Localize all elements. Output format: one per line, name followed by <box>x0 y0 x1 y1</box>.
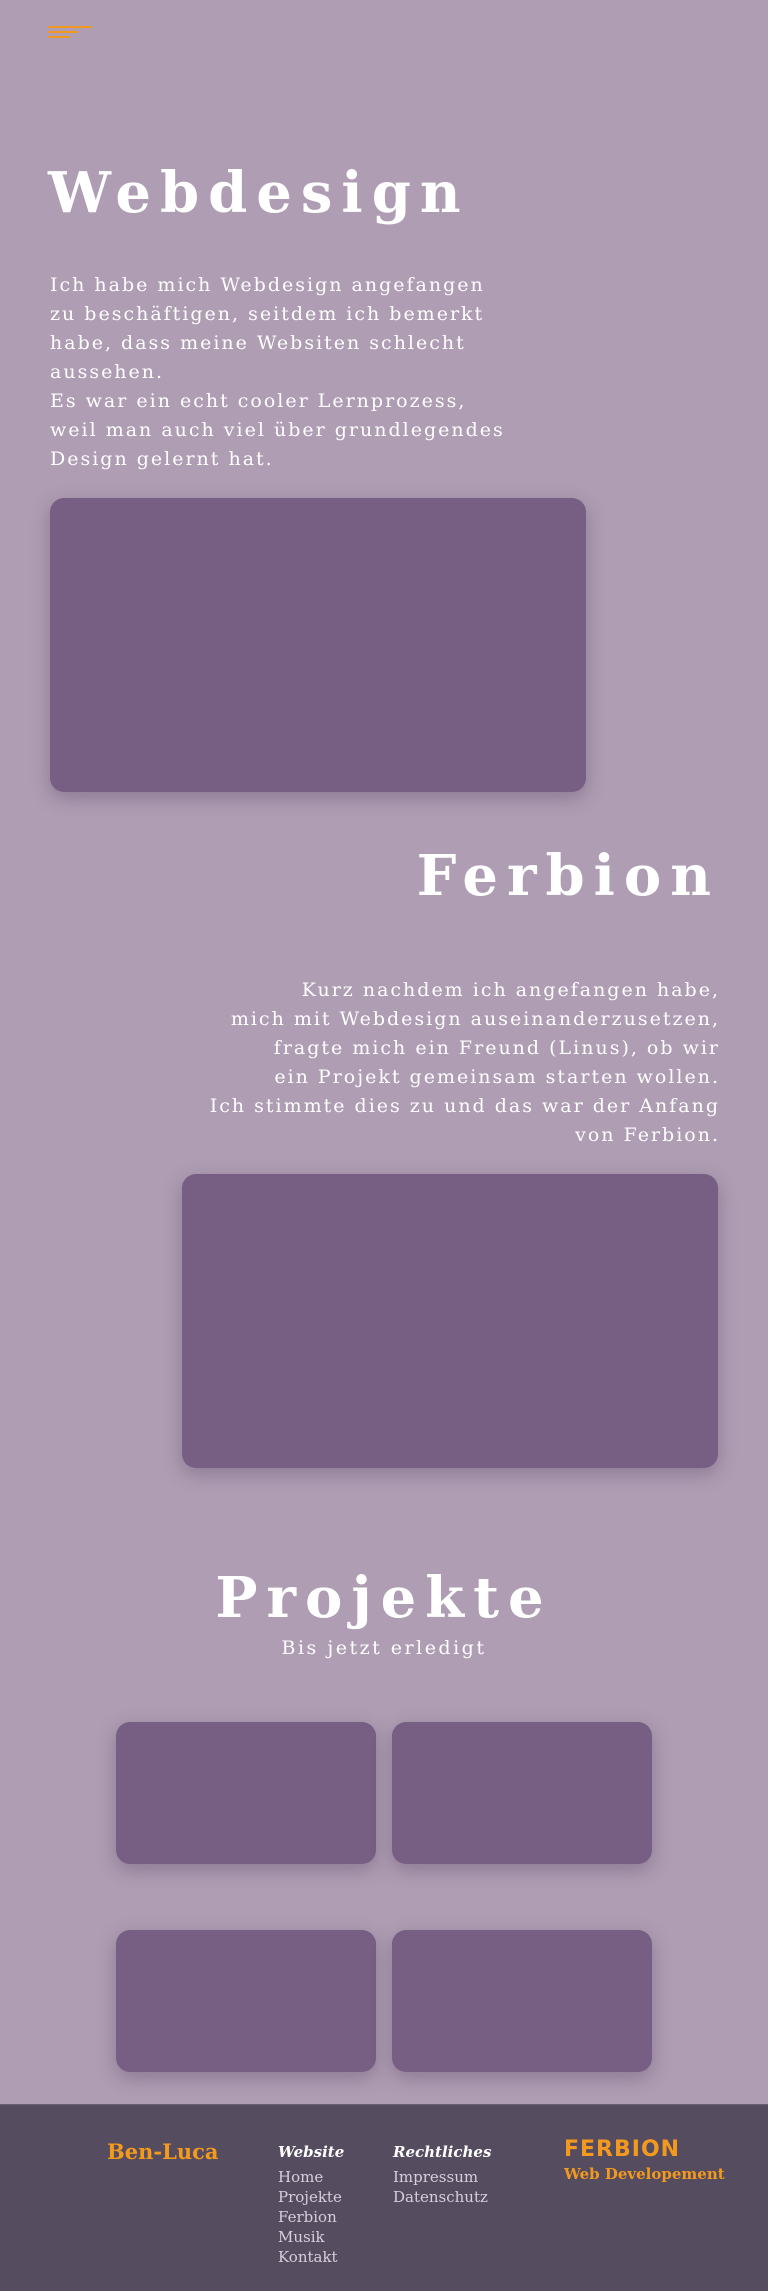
text-line: aussehen. <box>50 361 165 383</box>
projekte-subtitle: Bis jetzt erledigt <box>281 1637 487 1659</box>
project-card[interactable] <box>392 1930 652 2072</box>
text-line: Design gelernt hat. <box>50 448 274 470</box>
text-line: mich mit Webdesign auseinanderzusetzen, <box>230 1008 720 1030</box>
ferbion-image-card[interactable] <box>182 1174 718 1468</box>
footer-link-kontakt[interactable]: Kontakt <box>278 2247 344 2267</box>
footer-brand[interactable]: Ben-Luca <box>107 2139 219 2164</box>
text-line: ein Projekt gemeinsam starten wollen. <box>274 1066 720 1088</box>
footer-tagline: Web Developement <box>564 2165 725 2183</box>
ferbion-logo[interactable]: FERBION <box>564 2139 680 2161</box>
ferbion-logo-icon[interactable] <box>48 24 92 40</box>
project-card[interactable] <box>116 1722 376 1864</box>
project-card[interactable] <box>116 1930 376 2072</box>
webdesign-image-card[interactable] <box>50 498 586 792</box>
ferbion-title: Ferbion <box>416 843 720 909</box>
webdesign-title: Webdesign <box>48 160 470 226</box>
footer-link-projekte[interactable]: Projekte <box>278 2187 344 2207</box>
text-line: weil man auch viel über grundlegendes <box>50 419 505 441</box>
project-card[interactable] <box>392 1722 652 1864</box>
text-line: habe, dass meine Websiten schlecht <box>50 332 466 354</box>
text-line: Ich habe mich Webdesign angefangen <box>50 274 485 296</box>
footer-website-column: Website Home Projekte Ferbion Musik Kont… <box>278 2143 344 2267</box>
footer-link-home[interactable]: Home <box>278 2167 344 2187</box>
text-line: fragte mich ein Freund (Linus), ob wir <box>273 1037 720 1059</box>
footer-legal-heading: Rechtliches <box>393 2143 492 2161</box>
ferbion-text: Kurz nachdem ich angefangen habe, mich m… <box>210 976 720 1150</box>
footer: Ben-Luca Website Home Projekte Ferbion M… <box>0 2104 768 2291</box>
footer-legal-column: Rechtliches Impressum Datenschutz <box>393 2143 491 2207</box>
projekte-title: Projekte <box>215 1565 553 1631</box>
footer-link-musik[interactable]: Musik <box>278 2227 344 2247</box>
footer-link-ferbion[interactable]: Ferbion <box>278 2207 344 2227</box>
footer-website-heading: Website <box>278 2143 345 2161</box>
webdesign-text: Ich habe mich Webdesign angefangen zu be… <box>50 271 505 474</box>
text-line: zu beschäftigen, seitdem ich bemerkt <box>50 303 485 325</box>
text-line: Ich stimmte dies zu und das war der Anfa… <box>209 1095 720 1117</box>
text-line: Es war ein echt cooler Lernprozess, <box>50 390 467 412</box>
footer-link-datenschutz[interactable]: Datenschutz <box>393 2187 491 2207</box>
footer-link-impressum[interactable]: Impressum <box>393 2167 491 2187</box>
text-line: von Ferbion. <box>575 1124 720 1146</box>
text-line: Kurz nachdem ich angefangen habe, <box>301 979 720 1001</box>
